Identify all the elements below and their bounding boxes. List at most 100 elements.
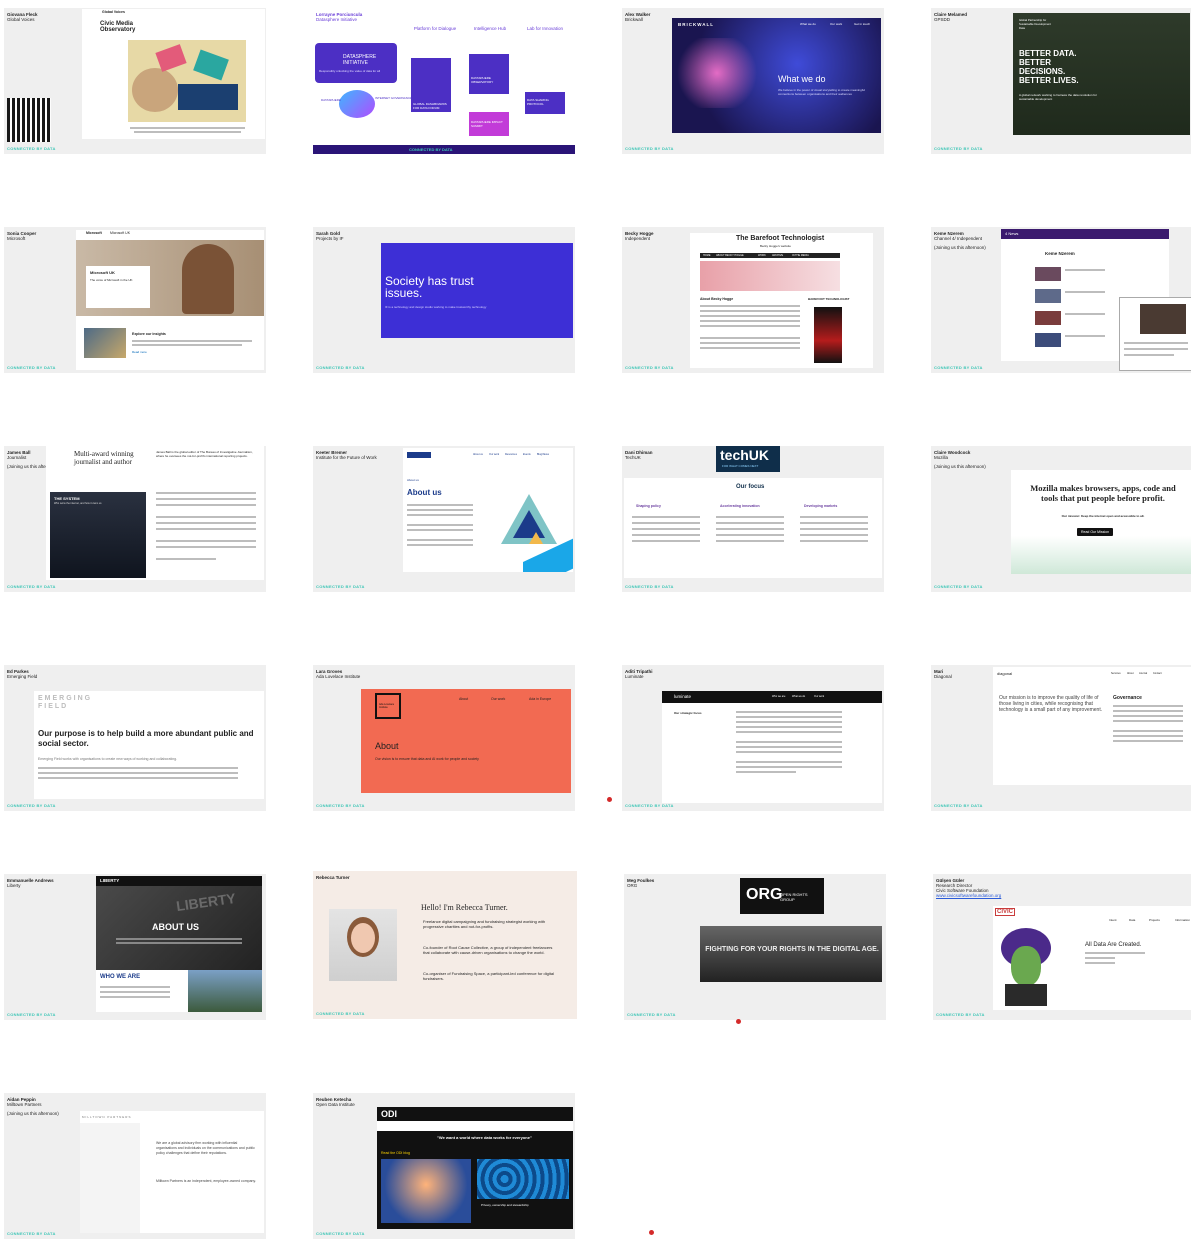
headline: Multi-award winning journalist and autho…: [74, 450, 134, 466]
speaker-info: Keeter Bremer Institute for the Future o…: [316, 450, 377, 460]
site-section: Microsoft UK: [110, 231, 131, 235]
nav-item[interactable]: Data: [1129, 918, 1135, 922]
book-cover: THE SYSTEM Who owns the internet, and ho…: [50, 492, 146, 578]
nav-item[interactable]: About: [459, 697, 468, 701]
slide-lara-groves[interactable]: Lara Groves Ada Lovelace Institute Ada L…: [313, 665, 575, 811]
slide-reuben-ketecha[interactable]: Reuben Ketecha Open Data Institute ODI "…: [313, 1093, 575, 1239]
slide-james-ball[interactable]: James Ball Journalist (Joining us this a…: [4, 446, 266, 592]
slide-claire-melamed[interactable]: Claire Melamed GPSDD Global Partnership …: [931, 8, 1191, 154]
street-image: [188, 970, 262, 1012]
speaker-role: Independent: [625, 236, 651, 241]
headline: About: [375, 741, 399, 751]
nav-item[interactable]: Information: [1175, 918, 1190, 922]
slide-rebecca-turner[interactable]: Rebecca Turner Hello! I'm Rebecca Turner…: [313, 871, 577, 1019]
mission-text: Our mission is to improve the quality of…: [999, 695, 1103, 713]
body-text: Milltown Partners is an independent, emp…: [156, 1179, 256, 1183]
slide-mari[interactable]: Mari Diagonal diagonal Services About Jo…: [931, 665, 1191, 811]
slide-meg-foulkes[interactable]: Meg Foulkes ORG ORG OPEN RIGHTS GROUP FI…: [624, 874, 886, 1020]
slide-alex-walker[interactable]: Alex Walker Brickwall BRICKWALL What we …: [622, 8, 884, 154]
slide-sonia-cooper[interactable]: Sonia Cooper Microsoft Microsoft Microso…: [4, 227, 266, 373]
triangle-graphic: [501, 494, 557, 544]
blog-tab[interactable]: Read the ODI blog: [381, 1151, 410, 1155]
speaker-info: Lara Groves Ada Lovelace Institute: [316, 669, 360, 679]
footer-label: CONNECTED BY DATA: [7, 584, 56, 589]
section-title: About Becky Hogge: [700, 297, 734, 301]
footer-label: CONNECTED BY DATA: [625, 146, 674, 151]
site-logo: [407, 452, 431, 458]
footer-label: CONNECTED BY DATA: [316, 365, 365, 370]
header-image: [700, 261, 840, 291]
speaker-role: Microsoft: [7, 236, 26, 241]
nav-item[interactable]: About us: [473, 453, 483, 456]
data-card-3: DATA SHARING PROTOCOL: [525, 92, 565, 114]
nav-item[interactable]: Our work: [489, 453, 499, 456]
nav-item[interactable]: Contact: [1153, 672, 1162, 675]
nav-item[interactable]: Ada in Europe: [529, 697, 551, 701]
nav-item[interactable]: Projects: [1149, 918, 1160, 922]
slide-aidan-peppin[interactable]: Aidan Peppin Milltown Partners (Joining …: [4, 1093, 266, 1239]
focus-column-title: Shaping policy: [636, 504, 661, 508]
speaker-info: Mari Diagonal: [934, 669, 952, 679]
blob: [339, 90, 375, 118]
read-more-link[interactable]: Read more: [132, 350, 147, 354]
speaker-info: Claire Woodcock Mozilla (Joining us this…: [934, 450, 986, 469]
site-screenshot: Mozilla makes browsers, apps, code and t…: [1011, 470, 1191, 574]
footer-label: CONNECTED BY DATA: [625, 365, 674, 370]
speaker-role: Datasphere Initiative: [316, 17, 358, 22]
bio-text: James Ball is the global editor of The B…: [156, 450, 253, 458]
footer-label: CONNECTED BY DATA: [316, 1231, 365, 1236]
slide-emmanuelle-andrews[interactable]: Emmanuelle Andrews Liberty LIBERTY LIBER…: [4, 874, 266, 1020]
site-screenshot: Society has trust issues. IF is a techno…: [381, 243, 573, 338]
nav-item[interactable]: Events: [523, 453, 531, 456]
slide-becky-hogge[interactable]: Becky Hogge Independent The Barefoot Tec…: [622, 227, 884, 373]
site-screenshot: Global Voices Civic Media Observatory: [82, 9, 265, 139]
nav-item[interactable]: Journal: [1139, 672, 1147, 675]
nav-item[interactable]: Get in touch: [854, 22, 870, 26]
slide-gulsen-guler[interactable]: Gülşen Güler Research Director Civic Sof…: [933, 874, 1191, 1020]
slide-aditi-tripathi[interactable]: Aditi Tripathi Luminate luminate Who we …: [622, 665, 884, 811]
slide-ed-parkes[interactable]: Ed Parkes Emerging Field EMERGING FIELD …: [4, 665, 266, 811]
speaker-role: Channel 4/ Independent: [934, 236, 983, 241]
slide-claire-woodcock[interactable]: Claire Woodcock Mozilla (Joining us this…: [931, 446, 1191, 592]
speaker-role: Brickwall: [625, 17, 643, 22]
footer-label: CONNECTED BY DATA: [7, 1012, 56, 1017]
slide-lorrayne-porciuncula[interactable]: Lorrayne Porciuncula Datasphere Initiati…: [313, 8, 575, 154]
body-text: We are a global advisory firm working wi…: [156, 1141, 255, 1155]
nav-bar: HOME ABOUT BECKY HOGGE WORK ARCHIVE IN T…: [700, 253, 840, 258]
site-screenshot: MILLTOWN PARTNERS We are a global adviso…: [80, 1111, 264, 1233]
focus-column-title: Developing markets: [804, 504, 838, 508]
nav-item[interactable]: Services: [1111, 672, 1121, 675]
slide-dani-dhiman[interactable]: Dani Dhiman TechUK techUK FOR WHAT COMES…: [622, 446, 884, 592]
profile-photo: [329, 909, 397, 981]
nav-item[interactable]: Our work: [830, 22, 842, 26]
nav-item[interactable]: Resources: [505, 453, 517, 456]
logo-card: DATASPHERE INITIATIVE Responsibly unlock…: [315, 43, 397, 83]
nav-item[interactable]: Our work: [491, 697, 505, 701]
slide-sarah-gold[interactable]: Sarah Gold Projects by IF Society has tr…: [313, 227, 575, 373]
site-header: 4 News: [1001, 229, 1169, 239]
speaker-link[interactable]: www.civicsoftwarefoundation.org: [936, 893, 1001, 898]
hero-card: Microsoft UK The voice of Microsoft in t…: [86, 266, 150, 308]
nav-item[interactable]: About: [1127, 672, 1134, 675]
nav-item[interactable]: What we do: [800, 22, 816, 26]
bio-bullet: Co-organiser of Fundraising Space, a par…: [423, 971, 554, 981]
nav-item[interactable]: Intent: [1109, 918, 1117, 922]
site-header: LIBERTY: [96, 876, 262, 886]
read-mission-button[interactable]: Read Our Mission: [1077, 528, 1114, 536]
slide-giovana-fleck[interactable]: Giovana Fleck Global Voices Global Voice…: [4, 8, 266, 154]
data-card-2: DATASPHERE OBSERVATORY: [469, 54, 509, 94]
speaker-role: GPSDD: [934, 17, 951, 22]
speaker-info: Dani Dhiman TechUK: [625, 450, 653, 460]
blog-image: [381, 1159, 471, 1223]
slide-keeter-bremer[interactable]: Keeter Bremer Institute for the Future o…: [313, 446, 575, 592]
slide-keme-nzerem[interactable]: Keme Nzerem Channel 4/ Independent (Join…: [931, 227, 1191, 373]
footer-label: CONNECTED BY DATA: [7, 365, 56, 370]
site-screenshot: diagonal Services About Journal Contact …: [993, 667, 1191, 785]
body-text: We believe in the power of visual storyt…: [778, 88, 865, 96]
footer-label: CONNECTED BY DATA: [934, 146, 983, 151]
speaker-info: Giovana Fleck Global Voices: [7, 12, 38, 22]
footer-label: CONNECTED BY DATA: [7, 146, 56, 151]
nav-item[interactable]: Blog/News: [537, 453, 549, 456]
speaker-role: Emerging Field: [7, 674, 38, 679]
site-brand: Global Partnership for Sustainable Devel…: [1019, 18, 1051, 30]
